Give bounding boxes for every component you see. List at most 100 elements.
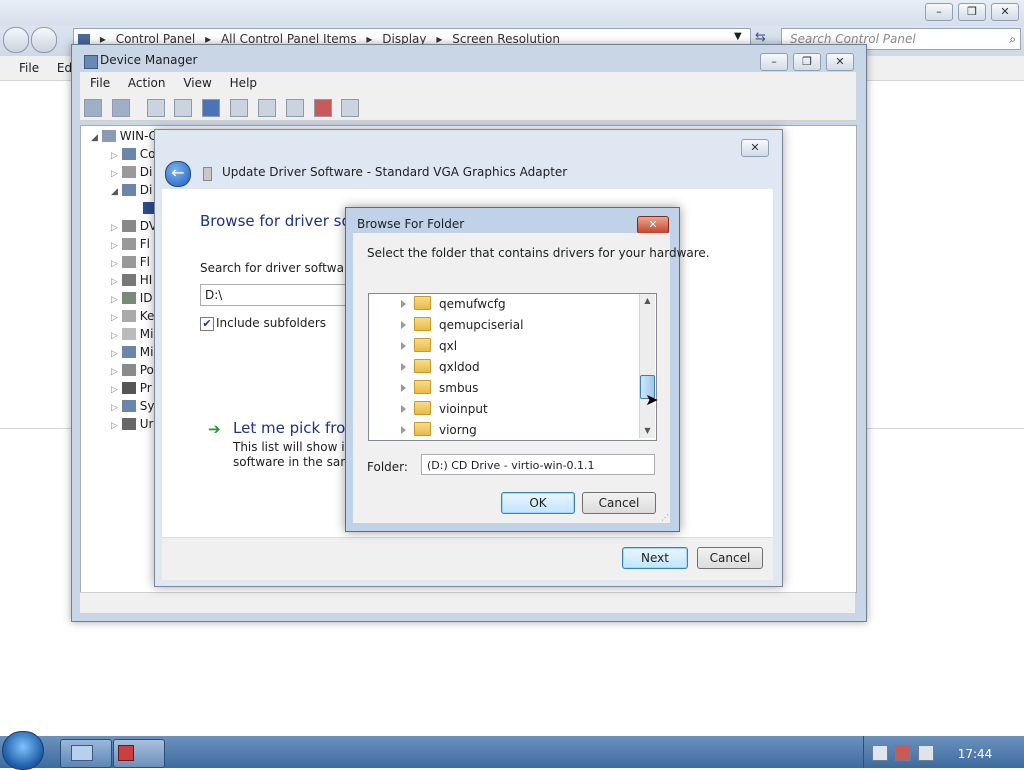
properties-icon[interactable] (146, 99, 165, 117)
ok-button[interactable]: OK (501, 492, 575, 514)
tree-item[interactable]: ▷ Mi (111, 325, 153, 343)
tree-item[interactable]: ▷ ID (111, 289, 153, 307)
tree-item-label: Mi (139, 345, 154, 359)
expand-icon[interactable] (401, 342, 406, 350)
folder-item[interactable]: qemufwcfg (401, 294, 506, 315)
dm-close-button[interactable]: ✕ (826, 53, 854, 71)
address-dropdown-icon[interactable]: ▼ (734, 31, 742, 42)
ud-close-button[interactable]: ✕ (741, 139, 769, 157)
tree-item[interactable]: ▷ DV (111, 217, 157, 235)
expand-icon[interactable]: ▷ (111, 331, 118, 341)
expand-icon[interactable]: ▷ (111, 259, 118, 269)
scroll-up-icon[interactable]: ▲ (640, 294, 655, 308)
dm-menu-action[interactable]: Action (121, 72, 173, 94)
path-input[interactable]: D:\ (200, 284, 351, 306)
scan-hardware-icon[interactable] (257, 99, 276, 117)
expand-icon[interactable] (401, 384, 406, 392)
vertical-scrollbar[interactable]: ▲ ▼ (639, 294, 655, 438)
action-center-icon[interactable] (872, 745, 888, 761)
folder-label: vioinput (439, 402, 488, 416)
expand-icon[interactable]: ▷ (111, 367, 118, 377)
include-subfolders-label[interactable]: Include subfolders (216, 316, 326, 330)
next-button[interactable]: Next (622, 547, 688, 569)
expand-icon[interactable]: ▷ (111, 403, 118, 413)
tree-item[interactable]: ▷ Co (111, 145, 155, 163)
folder-field[interactable]: (D:) CD Drive - virtio-win-0.1.1 (421, 454, 655, 475)
tree-item[interactable]: ▷ Po (111, 361, 154, 379)
close-icon[interactable]: ✕ (637, 216, 669, 234)
tree-item[interactable]: ▷ Mi (111, 343, 153, 361)
expand-icon[interactable]: ▷ (111, 223, 118, 233)
close-button[interactable]: ✕ (991, 3, 1019, 21)
let-me-pick-link[interactable]: Let me pick from (233, 419, 360, 437)
expand-icon[interactable] (401, 426, 406, 434)
expand-icon[interactable]: ▷ (111, 277, 118, 287)
folder-icon (414, 401, 431, 415)
search-icon[interactable]: ⌕ (1009, 29, 1016, 49)
folder-item[interactable]: qemupciserial (401, 315, 523, 336)
tree-root[interactable]: ◢ WIN-C (91, 127, 157, 145)
tree-item[interactable]: ▷ Di (111, 163, 152, 181)
expand-icon[interactable] (401, 363, 406, 371)
back-button[interactable] (3, 27, 29, 53)
expand-icon[interactable]: ▷ (111, 295, 118, 305)
folder-item[interactable]: qxl (401, 336, 457, 357)
resize-grip-icon[interactable]: ⋰ (661, 513, 669, 522)
network-icon[interactable] (895, 745, 911, 761)
tree-item[interactable]: ▷ HI (111, 271, 152, 289)
forward-arrow-icon[interactable] (111, 99, 130, 117)
ide-icon (121, 292, 136, 304)
folder-item[interactable]: vioinput (401, 399, 488, 420)
expand-icon[interactable] (401, 405, 406, 413)
back-arrow-icon[interactable] (84, 99, 102, 117)
help-icon[interactable] (202, 99, 221, 117)
dm-maximize-button[interactable]: ❐ (793, 53, 821, 71)
view-icon[interactable] (230, 99, 249, 117)
collapse-icon[interactable]: ◢ (111, 187, 118, 197)
update-driver-icon[interactable] (285, 99, 304, 117)
tree-item[interactable]: ▷ Fl (111, 253, 150, 271)
expand-icon[interactable]: ▷ (111, 313, 118, 323)
menu-file[interactable]: File (12, 56, 46, 80)
uninstall-icon[interactable] (313, 99, 332, 117)
expand-icon[interactable]: ▷ (111, 169, 118, 179)
tree-item[interactable]: ◢ Di (111, 181, 152, 199)
start-button[interactable] (2, 731, 44, 770)
minimize-button[interactable]: – (925, 3, 953, 21)
tree-item[interactable]: ▷ Pr (111, 379, 152, 397)
folder-item[interactable]: qxldod (401, 357, 480, 378)
expand-icon[interactable] (401, 300, 406, 308)
expand-icon[interactable] (401, 321, 406, 329)
folder-tree[interactable]: qemufwcfg qemupciserial qxl qxldod smbus… (368, 293, 657, 441)
tree-item[interactable]: ▷ Ur (111, 415, 153, 433)
refresh-icon[interactable]: ⇆ (755, 30, 766, 45)
disable-icon[interactable] (341, 99, 360, 117)
dm-minimize-button[interactable]: – (760, 53, 788, 71)
maximize-button[interactable]: ❐ (958, 3, 986, 21)
back-arrow-icon[interactable]: ← (165, 161, 191, 187)
dm-menu-view[interactable]: View (176, 72, 218, 94)
include-subfolders-checkbox[interactable]: ✔ (200, 317, 214, 331)
cancel-button[interactable]: Cancel (697, 547, 763, 569)
dm-menu-file[interactable]: File (83, 72, 117, 94)
forward-button[interactable] (31, 27, 57, 53)
expand-icon[interactable]: ▷ (111, 385, 118, 395)
tree-item[interactable]: ▷ Ke (111, 307, 154, 325)
expand-icon[interactable]: ▷ (111, 349, 118, 359)
scroll-down-icon[interactable]: ▼ (640, 424, 655, 438)
expand-icon[interactable]: ▷ (111, 421, 118, 431)
expand-icon[interactable]: ▷ (111, 241, 118, 251)
show-hide-icon[interactable] (174, 99, 193, 117)
dm-menu-help[interactable]: Help (223, 72, 264, 94)
folder-item[interactable]: viorng (401, 420, 477, 440)
tree-item[interactable]: ▷ Fl (111, 235, 150, 253)
clock[interactable]: 17:44 (950, 740, 1000, 768)
expand-icon[interactable]: ▷ (111, 151, 118, 161)
tree-item-label: Fl (139, 237, 150, 251)
collapse-icon[interactable]: ◢ (91, 133, 98, 143)
volume-muted-icon[interactable] (918, 745, 934, 761)
browse-cancel-button[interactable]: Cancel (582, 492, 656, 514)
browse-folder-title: Browse For Folder (357, 217, 465, 231)
tree-item[interactable]: ▷ Sy (111, 397, 154, 415)
folder-item[interactable]: smbus (401, 378, 478, 399)
